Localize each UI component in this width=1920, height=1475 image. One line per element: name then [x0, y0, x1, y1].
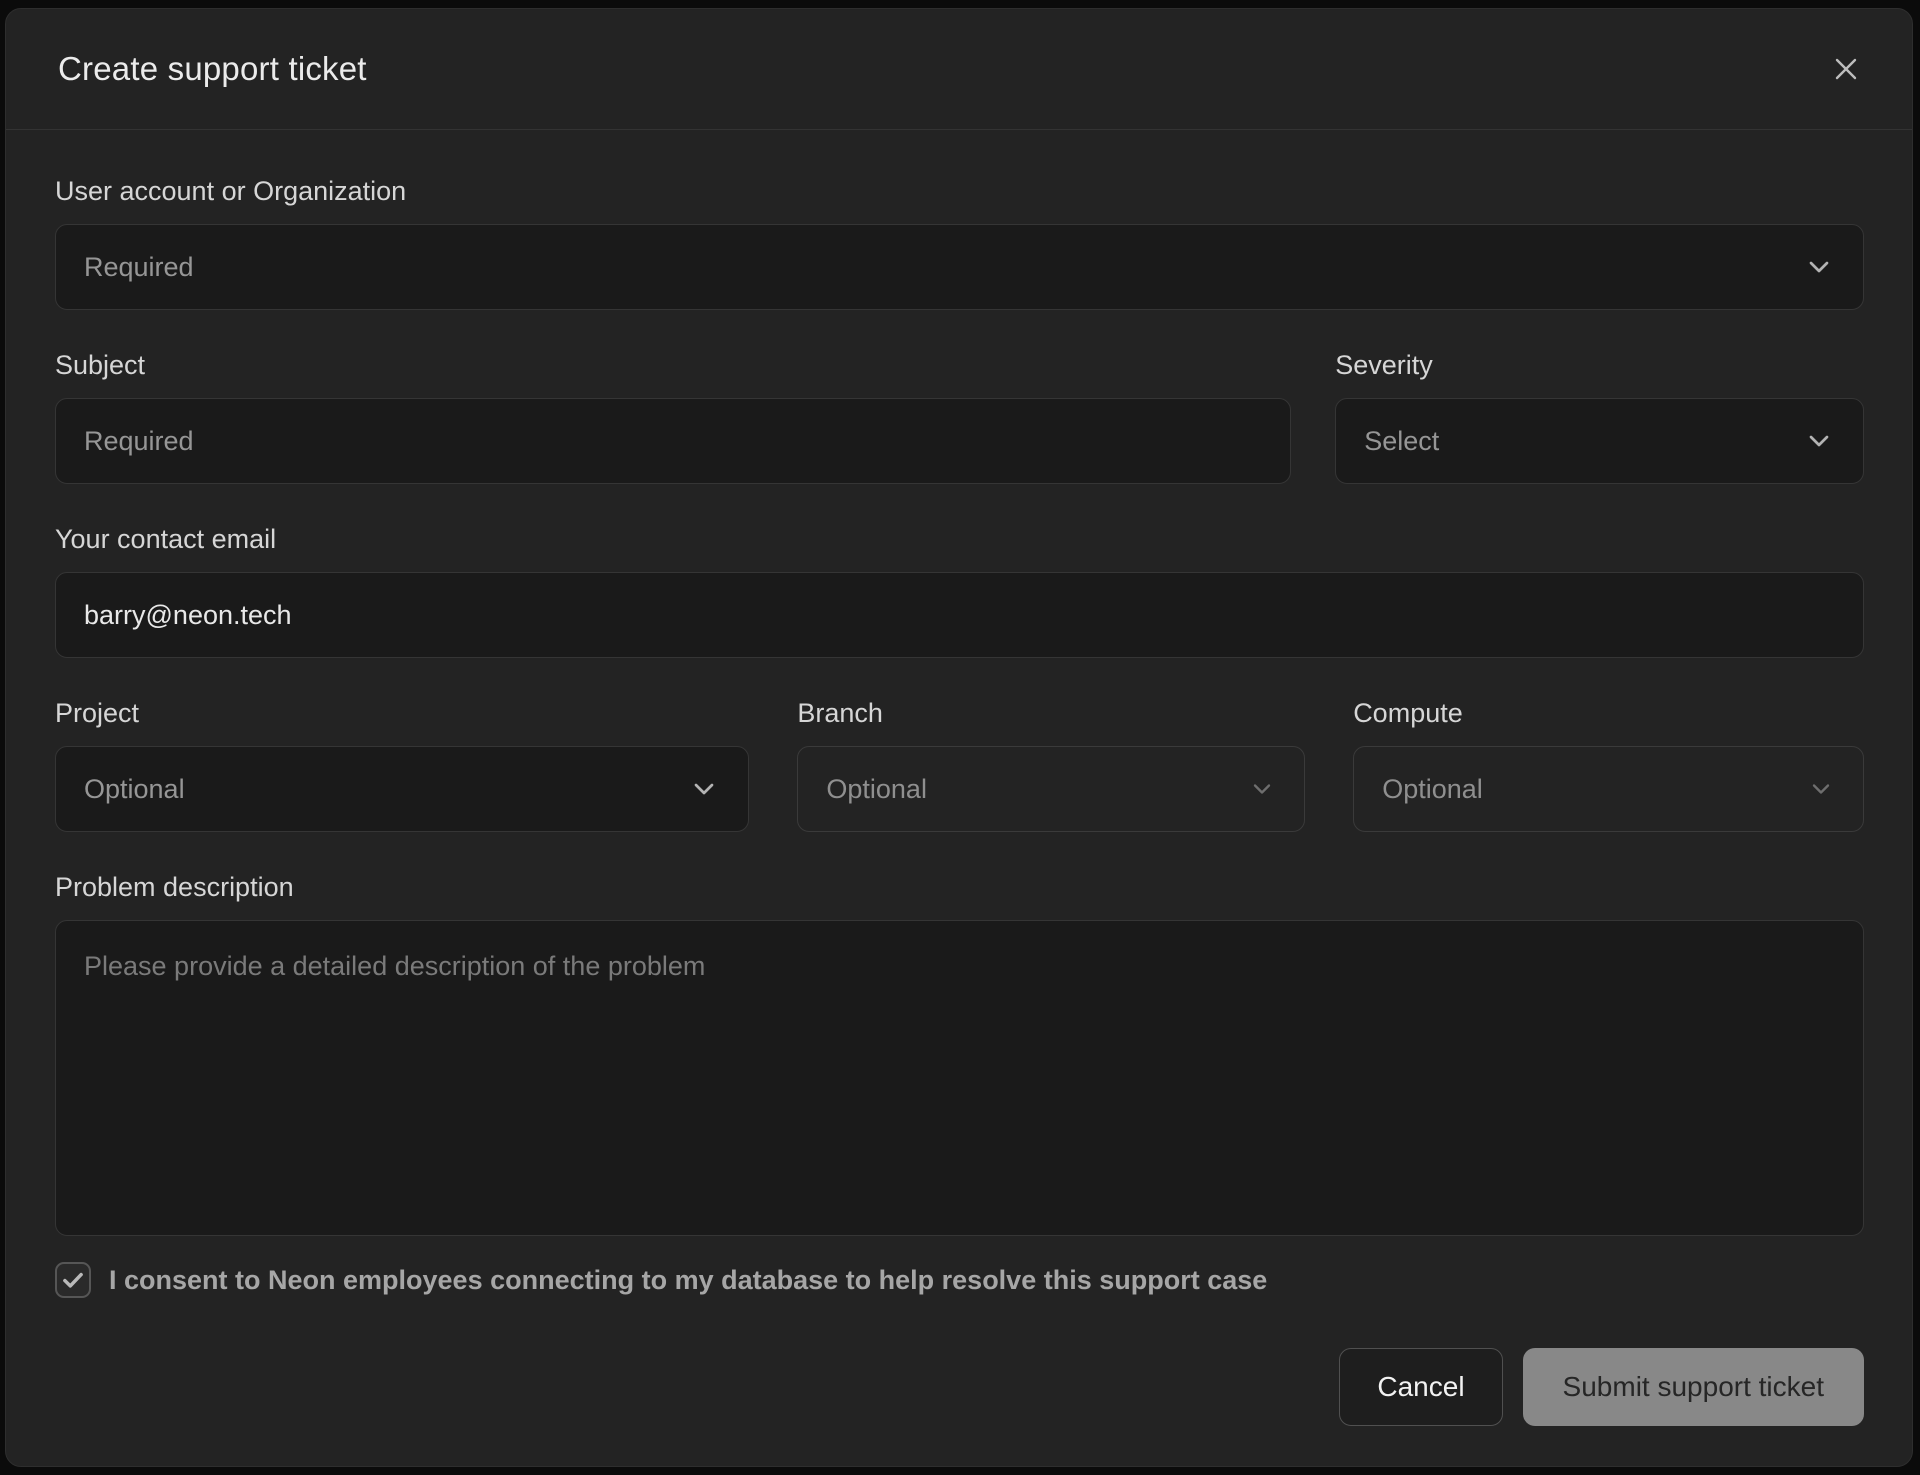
compute-field-group: Compute Optional — [1353, 698, 1864, 832]
chevron-down-icon — [688, 773, 720, 805]
compute-select-placeholder: Optional — [1382, 774, 1483, 805]
cancel-button[interactable]: Cancel — [1339, 1348, 1502, 1426]
account-field-group: User account or Organization Required — [55, 176, 1864, 310]
chevron-down-icon — [1248, 775, 1276, 803]
project-label: Project — [55, 698, 749, 729]
subject-label: Subject — [55, 350, 1291, 381]
modal-footer: Cancel Submit support ticket — [55, 1348, 1864, 1426]
project-select-placeholder: Optional — [84, 774, 185, 805]
chevron-down-icon — [1803, 425, 1835, 457]
severity-label: Severity — [1335, 350, 1864, 381]
compute-select[interactable]: Optional — [1353, 746, 1864, 832]
check-icon — [60, 1267, 86, 1293]
subject-input[interactable] — [55, 398, 1291, 484]
branch-select[interactable]: Optional — [797, 746, 1305, 832]
description-textarea[interactable] — [55, 920, 1864, 1236]
branch-field-group: Branch Optional — [797, 698, 1305, 832]
subject-field-group: Subject — [55, 350, 1291, 484]
compute-label: Compute — [1353, 698, 1864, 729]
severity-select-placeholder: Select — [1364, 426, 1439, 457]
project-field-group: Project Optional — [55, 698, 749, 832]
email-input[interactable] — [55, 572, 1864, 658]
account-select[interactable]: Required — [55, 224, 1864, 310]
branch-label: Branch — [797, 698, 1305, 729]
branch-select-placeholder: Optional — [826, 774, 927, 805]
modal-header: Create support ticket — [6, 9, 1912, 130]
severity-select[interactable]: Select — [1335, 398, 1864, 484]
description-label: Problem description — [55, 872, 1864, 903]
modal-title: Create support ticket — [58, 50, 367, 88]
project-branch-compute-row: Project Optional Branch Optional — [55, 698, 1864, 832]
account-label: User account or Organization — [55, 176, 1864, 207]
email-field-group: Your contact email — [55, 524, 1864, 658]
consent-checkbox[interactable] — [55, 1262, 91, 1298]
account-select-placeholder: Required — [84, 252, 194, 283]
project-select[interactable]: Optional — [55, 746, 749, 832]
severity-field-group: Severity Select — [1335, 350, 1864, 484]
consent-row: I consent to Neon employees connecting t… — [55, 1262, 1864, 1298]
submit-support-ticket-button[interactable]: Submit support ticket — [1523, 1348, 1864, 1426]
consent-label: I consent to Neon employees connecting t… — [109, 1265, 1267, 1296]
description-field-group: Problem description — [55, 872, 1864, 1236]
modal-body: User account or Organization Required Su… — [6, 130, 1912, 1466]
chevron-down-icon — [1807, 775, 1835, 803]
create-support-ticket-modal: Create support ticket User account or Or… — [5, 8, 1913, 1467]
email-label: Your contact email — [55, 524, 1864, 555]
chevron-down-icon — [1803, 251, 1835, 283]
subject-severity-row: Subject Severity Select — [55, 350, 1864, 484]
close-icon — [1828, 51, 1864, 87]
close-button[interactable] — [1822, 45, 1870, 93]
